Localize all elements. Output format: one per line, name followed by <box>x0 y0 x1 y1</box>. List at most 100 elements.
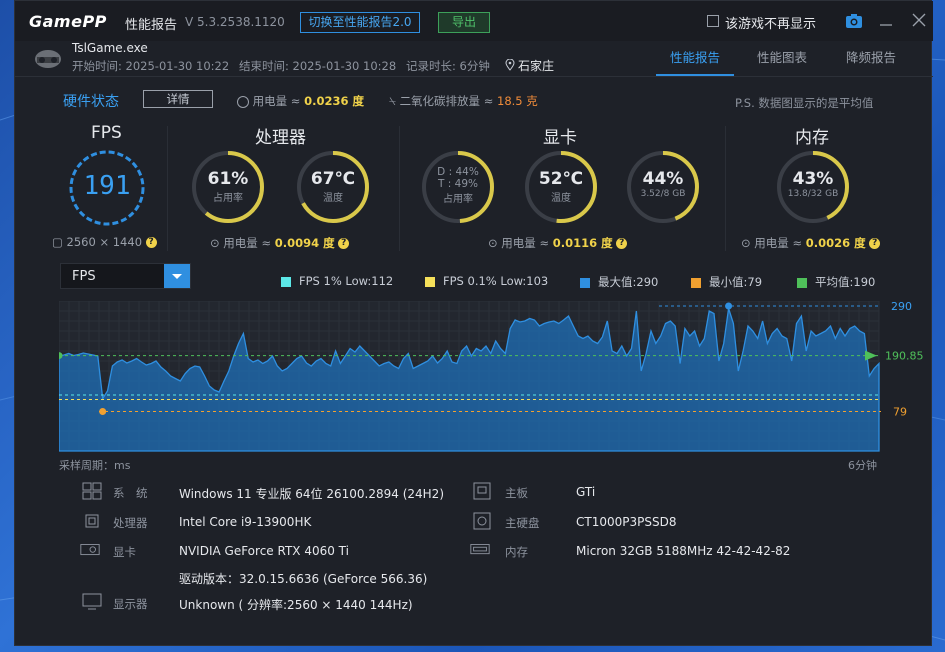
metric-select-value: FPS <box>72 269 96 284</box>
legend-swatch <box>691 277 701 288</box>
legend-swatch <box>281 276 291 287</box>
disk-icon <box>473 512 491 530</box>
motherboard-icon <box>473 482 491 500</box>
tab-performance-report[interactable]: 性能报告 <box>670 47 720 66</box>
memory-icon <box>470 544 490 555</box>
co2-value: 18.5 克 <box>497 94 538 108</box>
cpu-value: Intel Core i9-13900HK <box>179 515 312 529</box>
os-value: Windows 11 专业版 64位 26100.2894 (24H2) <box>179 487 444 501</box>
title-bar: GamePP 性能报告 V 5.3.2538.1120 切换至性能报告2.0 导… <box>15 1 933 41</box>
legend-item: 最小值:79 <box>691 274 762 290</box>
gpu-vram-sub: 3.52/8 GB <box>640 189 686 199</box>
legend-item: 最大值:290 <box>580 274 658 290</box>
minimize-icon[interactable] <box>877 11 895 29</box>
tab-performance-chart[interactable]: 性能图表 <box>757 47 807 66</box>
cpu-power: ⊙ 用电量 ≈ 0.0094 度 ? <box>210 235 350 251</box>
close-icon[interactable] <box>910 11 928 29</box>
legend-swatch <box>797 277 807 288</box>
help-icon[interactable]: ? <box>145 237 157 248</box>
y-min-label: 79 <box>893 406 907 419</box>
mem-power: ⊙ 用电量 ≈ 0.0026 度 ? <box>741 235 881 251</box>
help-icon[interactable]: ? <box>869 238 881 249</box>
fps-chart: 290 190.85 79 <box>59 301 924 452</box>
gpu-d-value: D : 44% <box>437 166 479 178</box>
hide-game-label[interactable]: 该游戏不再显示 <box>725 13 816 32</box>
monitor-icon <box>82 593 102 610</box>
chevron-down-icon[interactable] <box>164 264 190 288</box>
mem-label: 内存 <box>505 545 528 559</box>
app-title: 性能报告 <box>125 18 178 33</box>
co2-emission: ⍀ 二氧化碳排放量 ≈ 18.5 克 <box>389 94 538 108</box>
os-label: 系 统 <box>113 486 148 500</box>
legend-item: FPS 0.1% Low:103 <box>425 274 548 288</box>
help-icon[interactable]: ? <box>616 238 628 249</box>
gpu-value: NVIDIA GeForce RTX 4060 Ti <box>179 544 349 558</box>
power-icon: ⊙ <box>488 236 498 250</box>
city-label: 石家庄 <box>518 59 555 73</box>
legend-item: FPS 1% Low:112 <box>281 274 393 288</box>
panel-divider <box>725 126 726 251</box>
header-divider <box>15 76 933 77</box>
record-duration: 记录时长: 6分钟 <box>406 59 490 73</box>
start-time: 开始时间: 2025-01-30 10:22 <box>72 59 230 73</box>
end-time: 结束时间: 2025-01-30 10:28 <box>239 59 397 73</box>
gpu-vram-value: 44% <box>642 169 684 189</box>
mem-usage-sub: 13.8/32 GB <box>787 189 839 199</box>
location-pin-icon <box>505 59 515 71</box>
monitor-small-icon: ▢ <box>52 235 63 249</box>
gpu-power: ⊙ 用电量 ≈ 0.0116 度 ? <box>488 235 628 251</box>
power-icon <box>237 95 249 108</box>
tab-throttle-report[interactable]: 降频报告 <box>846 47 896 66</box>
power-icon: ⊙ <box>741 236 751 250</box>
legend-swatch <box>425 276 435 287</box>
y-max-label: 290 <box>891 301 912 313</box>
total-power: 用电量 ≈ 0.0236 度 <box>237 93 364 109</box>
report-window: GamePP 性能报告 V 5.3.2538.1120 切换至性能报告2.0 导… <box>14 0 933 646</box>
x-end-label: 6分钟 <box>848 459 877 472</box>
hardware-status-title: 硬件状态 <box>63 94 119 110</box>
cpu-usage-label: 占用率 <box>213 193 243 204</box>
switch-report-button[interactable]: 切换至性能报告2.0 <box>300 12 420 33</box>
power-icon: ⊙ <box>210 236 220 250</box>
help-icon[interactable]: ? <box>338 238 350 249</box>
export-button[interactable]: 导出 <box>438 12 490 33</box>
max-marker <box>725 302 733 310</box>
chart-note: P.S. 数据图显示的是平均值 <box>735 96 874 110</box>
min-marker <box>99 408 107 415</box>
camera-icon[interactable] <box>845 12 863 30</box>
fps-panel-title: FPS <box>91 123 122 143</box>
cpu-icon <box>85 514 99 528</box>
app-version: V 5.3.2538.1120 <box>185 15 285 29</box>
total-power-value: 0.0236 度 <box>304 94 364 108</box>
mem-value: Micron 32GB 5188MHz 42-42-42-82 <box>576 544 791 558</box>
gpu-panel-title: 显卡 <box>543 128 577 148</box>
metric-select[interactable]: FPS <box>60 263 191 289</box>
gpu-icon <box>80 544 100 556</box>
fps-value: 191 <box>83 171 131 201</box>
panel-divider <box>167 126 168 251</box>
cpu-temp-label: 温度 <box>323 193 343 204</box>
cpu-label: 处理器 <box>113 516 148 530</box>
disk-label: 主硬盘 <box>505 516 540 530</box>
hide-game-checkbox[interactable] <box>707 15 719 27</box>
detail-button[interactable]: 详情 <box>143 90 213 108</box>
app-logo: GamePP <box>29 12 107 31</box>
gpu-temp-label: 温度 <box>551 193 571 204</box>
display-value: Unknown ( 分辨率:2560 × 1440 144Hz) <box>179 598 413 612</box>
x-start-label: 采样周期：ms <box>59 459 131 472</box>
driver-version: 驱动版本：32.0.15.6636 (GeForce 566.36) <box>179 572 428 586</box>
game-avatar-icon <box>35 50 61 68</box>
panel-divider <box>399 126 400 251</box>
legend-swatch <box>580 277 590 288</box>
display-label: 显示器 <box>113 597 148 611</box>
leaf-icon: ⍀ <box>389 94 396 108</box>
cpu-temp-value: 67℃ <box>310 169 356 189</box>
windows-icon <box>82 482 102 500</box>
game-name: TslGame.exe <box>72 41 148 55</box>
board-label: 主板 <box>505 486 528 500</box>
mem-panel-title: 内存 <box>795 128 829 148</box>
gpu-usage-label: 占用率 <box>443 194 473 205</box>
legend-item: 平均值:190 <box>797 274 875 290</box>
board-value: GTi <box>576 485 596 499</box>
gpu-label: 显卡 <box>113 545 136 559</box>
